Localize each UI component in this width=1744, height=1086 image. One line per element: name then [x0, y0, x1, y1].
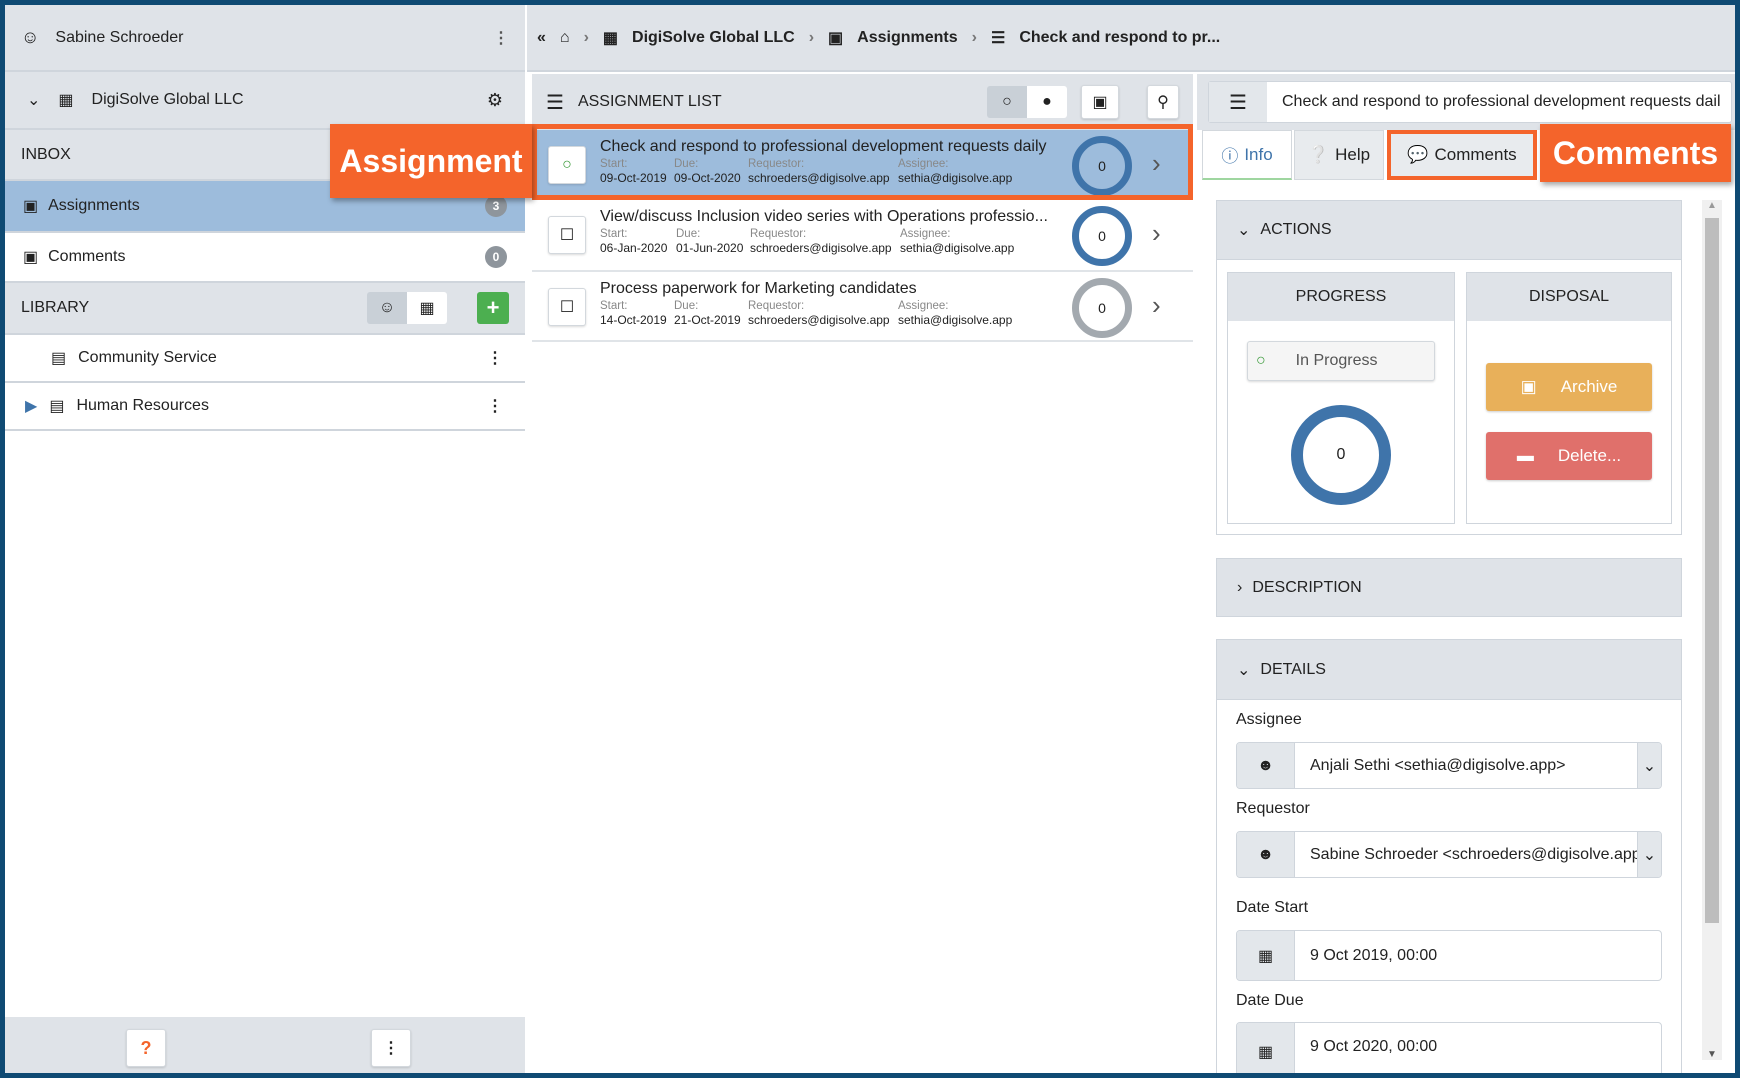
progress-panel: PROGRESS ○ In Progress 0: [1227, 272, 1455, 524]
description-section-header[interactable]: › DESCRIPTION: [1216, 558, 1682, 617]
calendar-icon: ▦: [1237, 1023, 1295, 1073]
search-icon[interactable]: ⚲: [1147, 85, 1179, 119]
list-item[interactable]: ☐ View/discuss Inclusion video series wi…: [532, 200, 1193, 272]
detail-title-bar: ☰ Check and respond to professional deve…: [1208, 81, 1732, 123]
list-icon: ☰: [546, 91, 564, 114]
building-icon: ▦: [602, 29, 619, 47]
scroll-up-icon[interactable]: ▲: [1707, 200, 1717, 211]
date-start-input[interactable]: ▦ 9 Oct 2019, 00:00: [1236, 930, 1662, 981]
count-badge: 3: [485, 195, 507, 217]
building-icon: ▦: [58, 92, 74, 109]
count-badge: 0: [485, 246, 507, 268]
checkbox-icon[interactable]: ☐: [548, 216, 586, 254]
user-icon: ☺: [21, 27, 40, 47]
more-icon[interactable]: ⋮: [487, 396, 503, 416]
expand-icon[interactable]: ▶: [25, 396, 37, 416]
list-toolbar: ☰ ASSIGNMENT LIST ○ ● ▣ ⚲: [532, 74, 1193, 130]
status-icon: ○: [1256, 352, 1266, 369]
user-icon: ☻: [1237, 743, 1295, 788]
breadcrumb: « ⌂ › ▦ DigiSolve Global LLC › ▣ Assignments…: [527, 5, 1735, 72]
inbox-icon: ▣: [23, 198, 39, 215]
inbox-icon: ▣: [23, 249, 39, 266]
building-filter-icon[interactable]: ▦: [407, 292, 447, 324]
breadcrumb-org[interactable]: DigiSolve Global LLC: [632, 29, 795, 47]
requestor-select[interactable]: ☻ Sabine Schroeder <schroeders@digisolve.…: [1236, 831, 1662, 878]
scrollbar[interactable]: ▲ ▼: [1702, 200, 1722, 1060]
library-item-human-resources[interactable]: ▶ ▤ Human Resources ⋮: [5, 383, 525, 431]
book-icon: ▤: [49, 398, 65, 415]
home-icon[interactable]: ⌂: [560, 29, 570, 47]
chevron-down-icon: ⌄: [1237, 661, 1251, 679]
scrollbar-thumb[interactable]: [1705, 218, 1719, 923]
help-icon: ❔: [1307, 145, 1330, 164]
details-section-header[interactable]: ⌄ DETAILS: [1216, 639, 1682, 700]
minus-icon: ▬: [1516, 446, 1534, 465]
tab-info[interactable]: ⓘ Info: [1202, 130, 1292, 180]
chevron-right-icon: ›: [1237, 578, 1243, 596]
assignment-highlight: [532, 124, 1193, 200]
date-due-input[interactable]: ▦ 9 Oct 2020, 00:00: [1236, 1022, 1662, 1073]
collapse-icon[interactable]: «: [537, 29, 546, 47]
breadcrumb-current[interactable]: Check and respond to pr...: [1019, 29, 1220, 47]
list-icon[interactable]: ☰: [1209, 82, 1267, 122]
completed-filter-icon[interactable]: ●: [1027, 86, 1067, 118]
calendar-icon: ▦: [1237, 931, 1295, 980]
disposal-panel: DISPOSAL ▣ Archive ▬ Delete...: [1466, 272, 1672, 524]
archive-icon: ▣: [1520, 377, 1537, 396]
comment-count-ring: 0: [1072, 206, 1132, 266]
assignee-select[interactable]: ☻ Anjali Sethi <sethia@digisolve.app> ⌄: [1236, 742, 1662, 789]
chevron-right-icon[interactable]: ›: [1152, 290, 1161, 321]
user-row[interactable]: ☺ Sabine Schroeder ⋮: [5, 5, 525, 72]
more-icon[interactable]: ⋮: [493, 28, 509, 48]
breadcrumb-assignments[interactable]: Assignments: [857, 29, 957, 47]
list-icon: ☰: [990, 29, 1006, 47]
gear-icon[interactable]: ⚙: [487, 90, 503, 111]
chevron-down-icon[interactable]: ⌄: [1637, 743, 1661, 788]
tab-help[interactable]: ❔ Help: [1294, 130, 1384, 180]
actions-section-header[interactable]: ⌄ ACTIONS: [1216, 200, 1682, 260]
list-item[interactable]: ☐ Process paperwork for Marketing candid…: [532, 272, 1193, 342]
library-header: LIBRARY ☺ ▦ +: [5, 283, 525, 335]
delete-button[interactable]: ▬ Delete...: [1486, 432, 1652, 480]
sidebar-item-comments[interactable]: ▣ Comments 0: [5, 233, 525, 283]
tab-comments[interactable]: 💬 Comments: [1387, 130, 1537, 180]
comments-annotation: Comments: [1540, 124, 1731, 182]
user-filter-icon[interactable]: ☺: [367, 292, 407, 324]
org-row[interactable]: ⌄ ▦ DigiSolve Global LLC ⚙: [5, 72, 525, 130]
user-icon: ☻: [1237, 832, 1295, 877]
comment-icon: 💬: [1407, 145, 1429, 164]
scroll-down-icon[interactable]: ▼: [1707, 1049, 1717, 1060]
library-item-community-service[interactable]: ▤ Community Service ⋮: [5, 335, 525, 383]
status-select[interactable]: ○ In Progress: [1247, 341, 1435, 381]
menu-icon[interactable]: ⋮: [371, 1029, 411, 1067]
inbox-icon: ▣: [828, 29, 844, 47]
checkbox-icon[interactable]: ☐: [548, 288, 586, 326]
assignment-annotation: Assignment: [330, 124, 532, 198]
chevron-right-icon[interactable]: ›: [1152, 218, 1161, 249]
info-icon: ⓘ: [1221, 147, 1239, 166]
in-progress-filter-icon[interactable]: ○: [987, 86, 1027, 118]
chevron-down-icon[interactable]: ⌄: [27, 90, 40, 110]
chevron-down-icon[interactable]: ⌄: [1637, 832, 1661, 877]
chevron-down-icon: ⌄: [1237, 222, 1251, 239]
help-icon[interactable]: ?: [126, 1029, 166, 1067]
archive-button[interactable]: ▣ Archive: [1486, 363, 1652, 411]
comment-count-ring: 0: [1072, 278, 1132, 338]
book-icon: ▤: [51, 350, 67, 367]
archive-icon[interactable]: ▣: [1081, 85, 1119, 119]
progress-ring: 0: [1291, 405, 1391, 505]
add-button[interactable]: +: [477, 292, 509, 324]
more-icon[interactable]: ⋮: [487, 348, 503, 368]
app-window: ☺ Sabine Schroeder ⋮ ⌄ ▦ DigiSolve Globa…: [0, 0, 1740, 1078]
